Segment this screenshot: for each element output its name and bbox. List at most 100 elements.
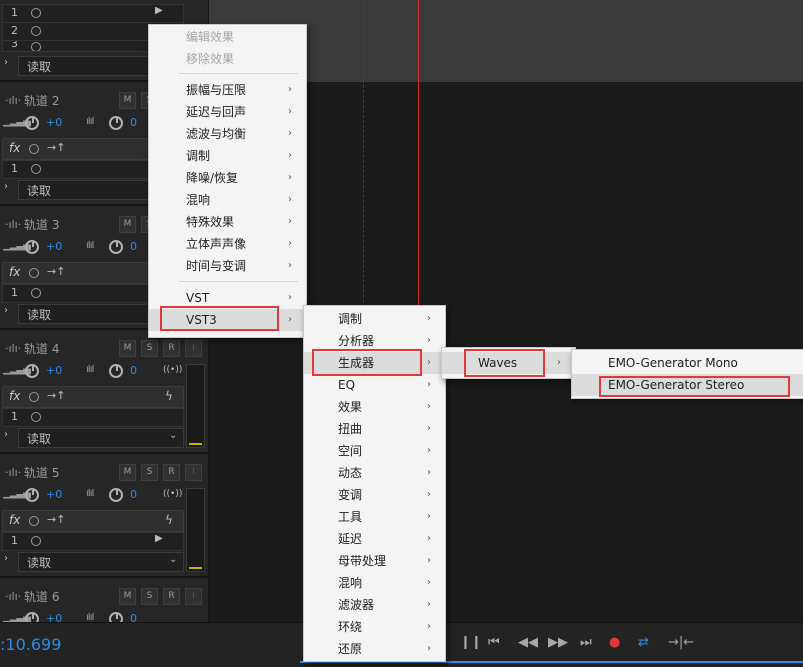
fx-icon[interactable]: fx: [9, 513, 20, 527]
power-icon[interactable]: [31, 8, 41, 18]
input-routing-icon[interactable]: →↑: [47, 513, 65, 526]
mute-button[interactable]: M: [119, 464, 136, 481]
menu-item-filter[interactable]: 滤波器 ›: [304, 594, 445, 616]
menu-item-time-pitch[interactable]: 时间与变调 ›: [149, 255, 306, 277]
skip-to-start-icon[interactable]: ⏮: [488, 635, 500, 650]
track-5-lane[interactable]: [209, 454, 803, 580]
rewind-icon[interactable]: ◀◀: [518, 635, 538, 650]
menu-item-emo-generator-mono[interactable]: EMO-Generator Mono: [572, 352, 803, 374]
volume-knob[interactable]: [25, 488, 39, 502]
power-icon[interactable]: [31, 26, 41, 36]
pan-value[interactable]: 0: [130, 612, 137, 622]
input-routing-icon[interactable]: →↑: [47, 265, 65, 278]
power-icon[interactable]: [31, 42, 41, 51]
volume-knob[interactable]: [25, 240, 39, 254]
menu-item-restoration[interactable]: 还原 ›: [304, 638, 445, 660]
pan-knob[interactable]: [109, 364, 123, 378]
menu-item-stereo-imagery[interactable]: 立体声声像 ›: [149, 233, 306, 255]
volume-value[interactable]: +0: [46, 116, 62, 129]
effects-rack-row[interactable]: fx →↑ ϟ: [2, 510, 184, 532]
menu-item-reverb[interactable]: 混响 ›: [304, 572, 445, 594]
volume-value[interactable]: +0: [46, 240, 62, 253]
pan-value[interactable]: 0: [130, 116, 137, 129]
fx-icon[interactable]: fx: [9, 389, 20, 403]
effects-rack-row[interactable]: fx →↑ ϟ: [2, 386, 184, 408]
track-name[interactable]: 轨道 6: [24, 588, 59, 605]
menu-item-amplitude[interactable]: 振幅与压限 ›: [149, 79, 306, 101]
input-monitor-button[interactable]: I: [185, 340, 202, 357]
fx-icon[interactable]: fx: [9, 141, 20, 155]
input-routing-icon[interactable]: →↑: [47, 389, 65, 402]
mute-button[interactable]: M: [119, 216, 136, 233]
solo-button[interactable]: S: [141, 588, 158, 605]
volume-knob[interactable]: [25, 116, 39, 130]
volume-value[interactable]: +0: [46, 488, 62, 501]
input-monitor-button[interactable]: I: [185, 464, 202, 481]
play-icon[interactable]: ▶: [155, 5, 163, 16]
solo-button[interactable]: S: [141, 464, 158, 481]
skip-to-end-icon[interactable]: ⏭: [580, 635, 592, 650]
effect-slot-1[interactable]: 1: [2, 408, 184, 427]
mute-button[interactable]: M: [119, 340, 136, 357]
automation-mode-select[interactable]: 读取 ⌄: [18, 428, 184, 448]
track-name[interactable]: 轨道 2: [24, 92, 59, 109]
stereo-icon[interactable]: ((•)): [163, 489, 182, 499]
power-icon[interactable]: [31, 288, 41, 298]
skip-selection-icon[interactable]: →|←: [668, 635, 694, 650]
chevron-right-icon[interactable]: ›: [4, 57, 8, 68]
input-routing-icon[interactable]: →↑: [47, 141, 65, 154]
track-6-lane[interactable]: [209, 578, 803, 622]
record-arm-button[interactable]: R: [163, 588, 180, 605]
menu-item-special[interactable]: 特殊效果 ›: [149, 211, 306, 233]
record-arm-button[interactable]: R: [163, 340, 180, 357]
stereo-icon[interactable]: ((•)): [163, 365, 182, 375]
pan-knob[interactable]: [109, 240, 123, 254]
chevron-right-icon[interactable]: ›: [4, 553, 8, 564]
menu-item-effects[interactable]: 效果 ›: [304, 396, 445, 418]
power-icon[interactable]: [31, 412, 41, 422]
chevron-right-icon[interactable]: ›: [4, 429, 8, 440]
pan-knob[interactable]: [109, 116, 123, 130]
power-icon[interactable]: [29, 392, 39, 402]
menu-item-modulation[interactable]: 调制 ›: [304, 308, 445, 330]
pan-value[interactable]: 0: [130, 488, 137, 501]
track-name[interactable]: 轨道 5: [24, 464, 59, 481]
menu-item-noise-reduction[interactable]: 降噪/恢复 ›: [149, 167, 306, 189]
power-icon[interactable]: [29, 268, 39, 278]
track-name[interactable]: 轨道 3: [24, 216, 59, 233]
record-arm-button[interactable]: R: [163, 464, 180, 481]
menu-item-surround[interactable]: 环绕 ›: [304, 616, 445, 638]
menu-item-mastering[interactable]: 母带处理 ›: [304, 550, 445, 572]
loop-icon[interactable]: ⇄: [638, 635, 649, 650]
chevron-right-icon[interactable]: ›: [4, 181, 8, 192]
automation-mode-select[interactable]: 读取 ⌄: [18, 552, 184, 572]
effect-slot-1[interactable]: 1 ▶: [2, 532, 184, 551]
solo-button[interactable]: S: [141, 340, 158, 357]
pan-value[interactable]: 0: [130, 240, 137, 253]
effect-slot-1[interactable]: 1 ▶: [2, 4, 184, 23]
menu-item-pitch[interactable]: 变调 ›: [304, 484, 445, 506]
menu-item-tools[interactable]: 工具 ›: [304, 506, 445, 528]
volume-value[interactable]: +0: [46, 364, 62, 377]
fx-icon[interactable]: fx: [9, 265, 20, 279]
pan-value[interactable]: 0: [130, 364, 137, 377]
mute-button[interactable]: M: [119, 588, 136, 605]
menu-item-eq[interactable]: EQ ›: [304, 374, 445, 396]
volume-value[interactable]: +0: [46, 612, 62, 622]
menu-item-filter-eq[interactable]: 滤波与均衡 ›: [149, 123, 306, 145]
menu-item-reverb[interactable]: 混响 ›: [149, 189, 306, 211]
chevron-right-icon[interactable]: ›: [4, 305, 8, 316]
power-icon[interactable]: [31, 536, 41, 546]
lightning-icon[interactable]: ϟ: [165, 389, 173, 403]
volume-knob[interactable]: [25, 364, 39, 378]
volume-knob[interactable]: [25, 612, 39, 622]
timecode-display[interactable]: :10.699: [0, 635, 61, 654]
power-icon[interactable]: [29, 516, 39, 526]
track-name[interactable]: 轨道 4: [24, 340, 59, 357]
power-icon[interactable]: [31, 164, 41, 174]
menu-item-distortion[interactable]: 扭曲 ›: [304, 418, 445, 440]
pan-knob[interactable]: [109, 612, 123, 622]
menu-item-dynamics[interactable]: 动态 ›: [304, 462, 445, 484]
fast-forward-icon[interactable]: ▶▶: [548, 635, 568, 650]
menu-item-spatial[interactable]: 空间 ›: [304, 440, 445, 462]
